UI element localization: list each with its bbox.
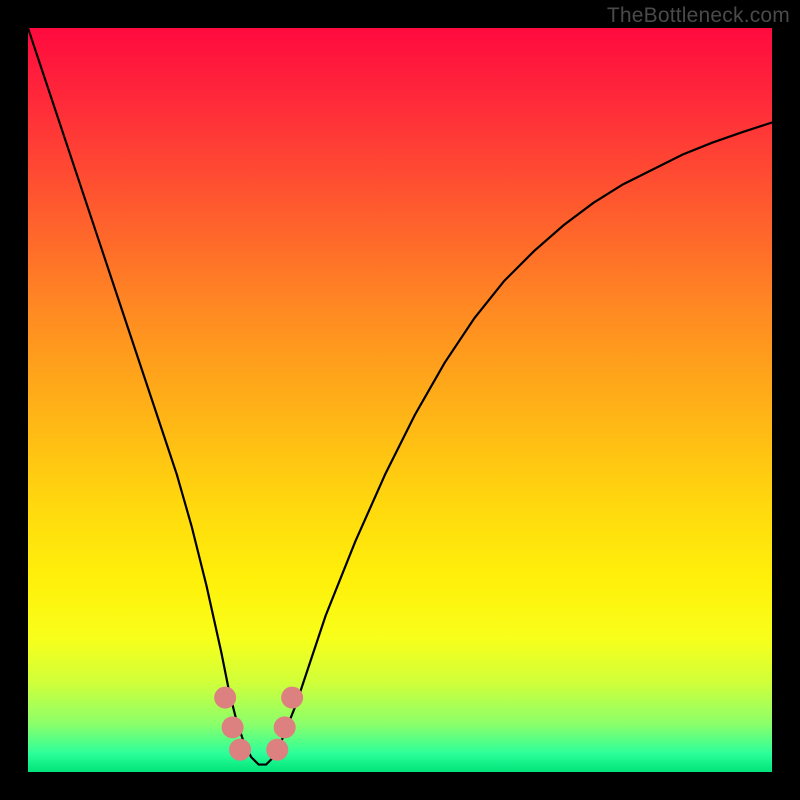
curve-marker bbox=[266, 739, 288, 761]
bottleneck-curve bbox=[28, 28, 772, 765]
curve-markers bbox=[214, 687, 303, 761]
plot-area bbox=[28, 28, 772, 772]
curve-marker bbox=[214, 687, 236, 709]
curve-marker bbox=[229, 739, 251, 761]
chart-frame: TheBottleneck.com bbox=[0, 0, 800, 800]
bottleneck-curve-svg bbox=[28, 28, 772, 772]
curve-marker bbox=[281, 687, 303, 709]
curve-marker bbox=[222, 716, 244, 738]
curve-marker bbox=[274, 716, 296, 738]
watermark: TheBottleneck.com bbox=[607, 4, 790, 28]
